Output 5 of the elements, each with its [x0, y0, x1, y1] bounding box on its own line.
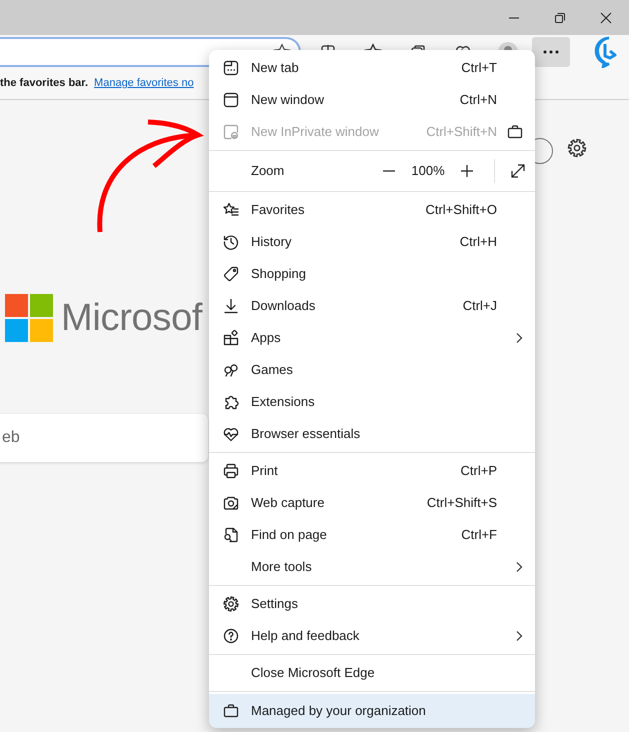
- zoom-level: 100%: [410, 162, 446, 180]
- favorites-bar-message: the favorites bar.: [0, 76, 88, 92]
- microsoft-logo-text: Microsof: [61, 299, 202, 337]
- zoom-label: Zoom: [251, 162, 286, 180]
- search-text: eb: [2, 428, 20, 448]
